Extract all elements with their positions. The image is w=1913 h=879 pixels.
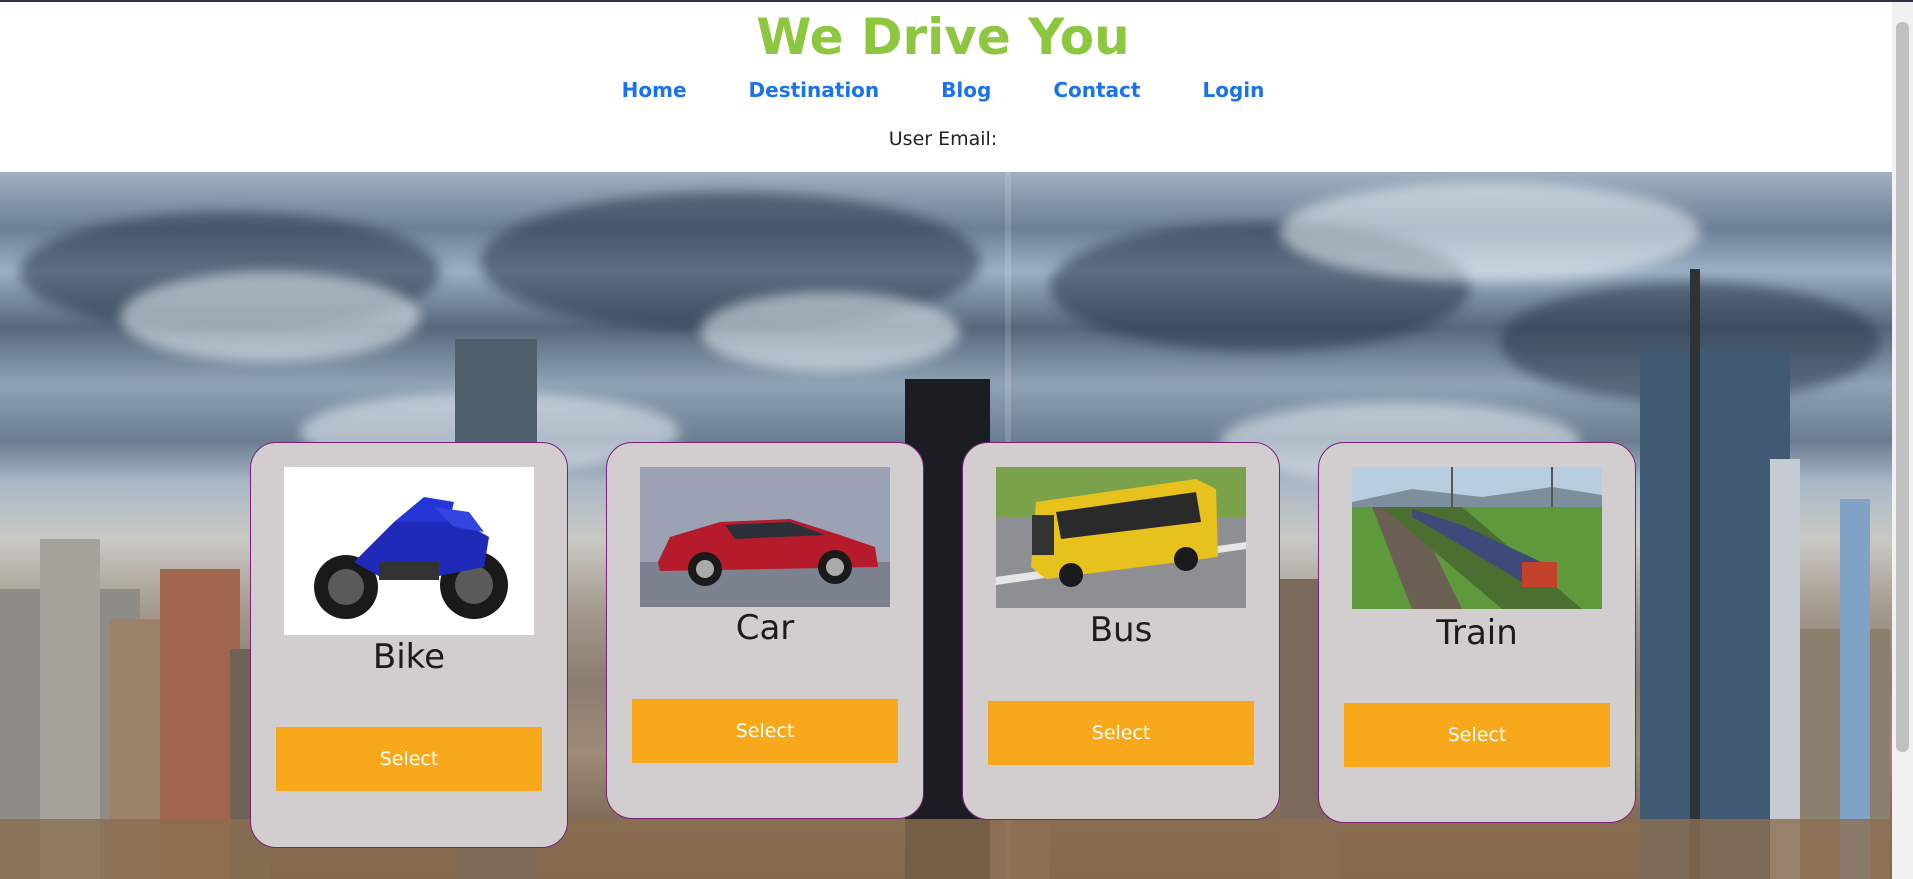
- vehicle-card-bus: Bus Select: [962, 442, 1280, 820]
- user-email-label: User Email:: [888, 128, 998, 150]
- scrollbar-thumb[interactable]: [1896, 22, 1909, 752]
- nav-home-link[interactable]: Home: [622, 78, 687, 102]
- vehicle-title-bike: Bike: [372, 637, 446, 677]
- vehicle-title-bus: Bus: [1089, 610, 1153, 650]
- nav-login-link[interactable]: Login: [1202, 78, 1264, 102]
- train-icon: [1352, 467, 1602, 609]
- vehicle-card-bike: Bike Select: [250, 442, 568, 848]
- car-icon: [640, 467, 890, 607]
- nav-destination-link[interactable]: Destination: [749, 78, 880, 102]
- nav-blog-link[interactable]: Blog: [941, 78, 991, 102]
- bus-image: [996, 467, 1246, 608]
- select-bus-button[interactable]: Select: [988, 701, 1254, 765]
- nav-contact-link[interactable]: Contact: [1053, 78, 1140, 102]
- select-train-button[interactable]: Select: [1344, 703, 1610, 767]
- vehicle-card-train: Train Select: [1318, 442, 1636, 823]
- motorcycle-icon: [314, 497, 508, 619]
- vertical-scrollbar[interactable]: [1892, 2, 1913, 879]
- car-image: [640, 467, 890, 607]
- main-nav: Home Destination Blog Contact Login: [0, 78, 1886, 102]
- site-header: We Drive You Home Destination Blog Conta…: [0, 2, 1892, 172]
- select-bike-button[interactable]: Select: [276, 727, 542, 791]
- vehicle-title-car: Car: [735, 608, 795, 648]
- select-car-button[interactable]: Select: [632, 699, 898, 763]
- site-title: We Drive You: [756, 8, 1130, 66]
- vehicle-title-train: Train: [1436, 613, 1518, 653]
- train-image: [1352, 467, 1602, 609]
- vehicle-card-car: Car Select: [606, 442, 924, 819]
- bus-icon: [996, 467, 1246, 608]
- bike-image: [284, 467, 534, 635]
